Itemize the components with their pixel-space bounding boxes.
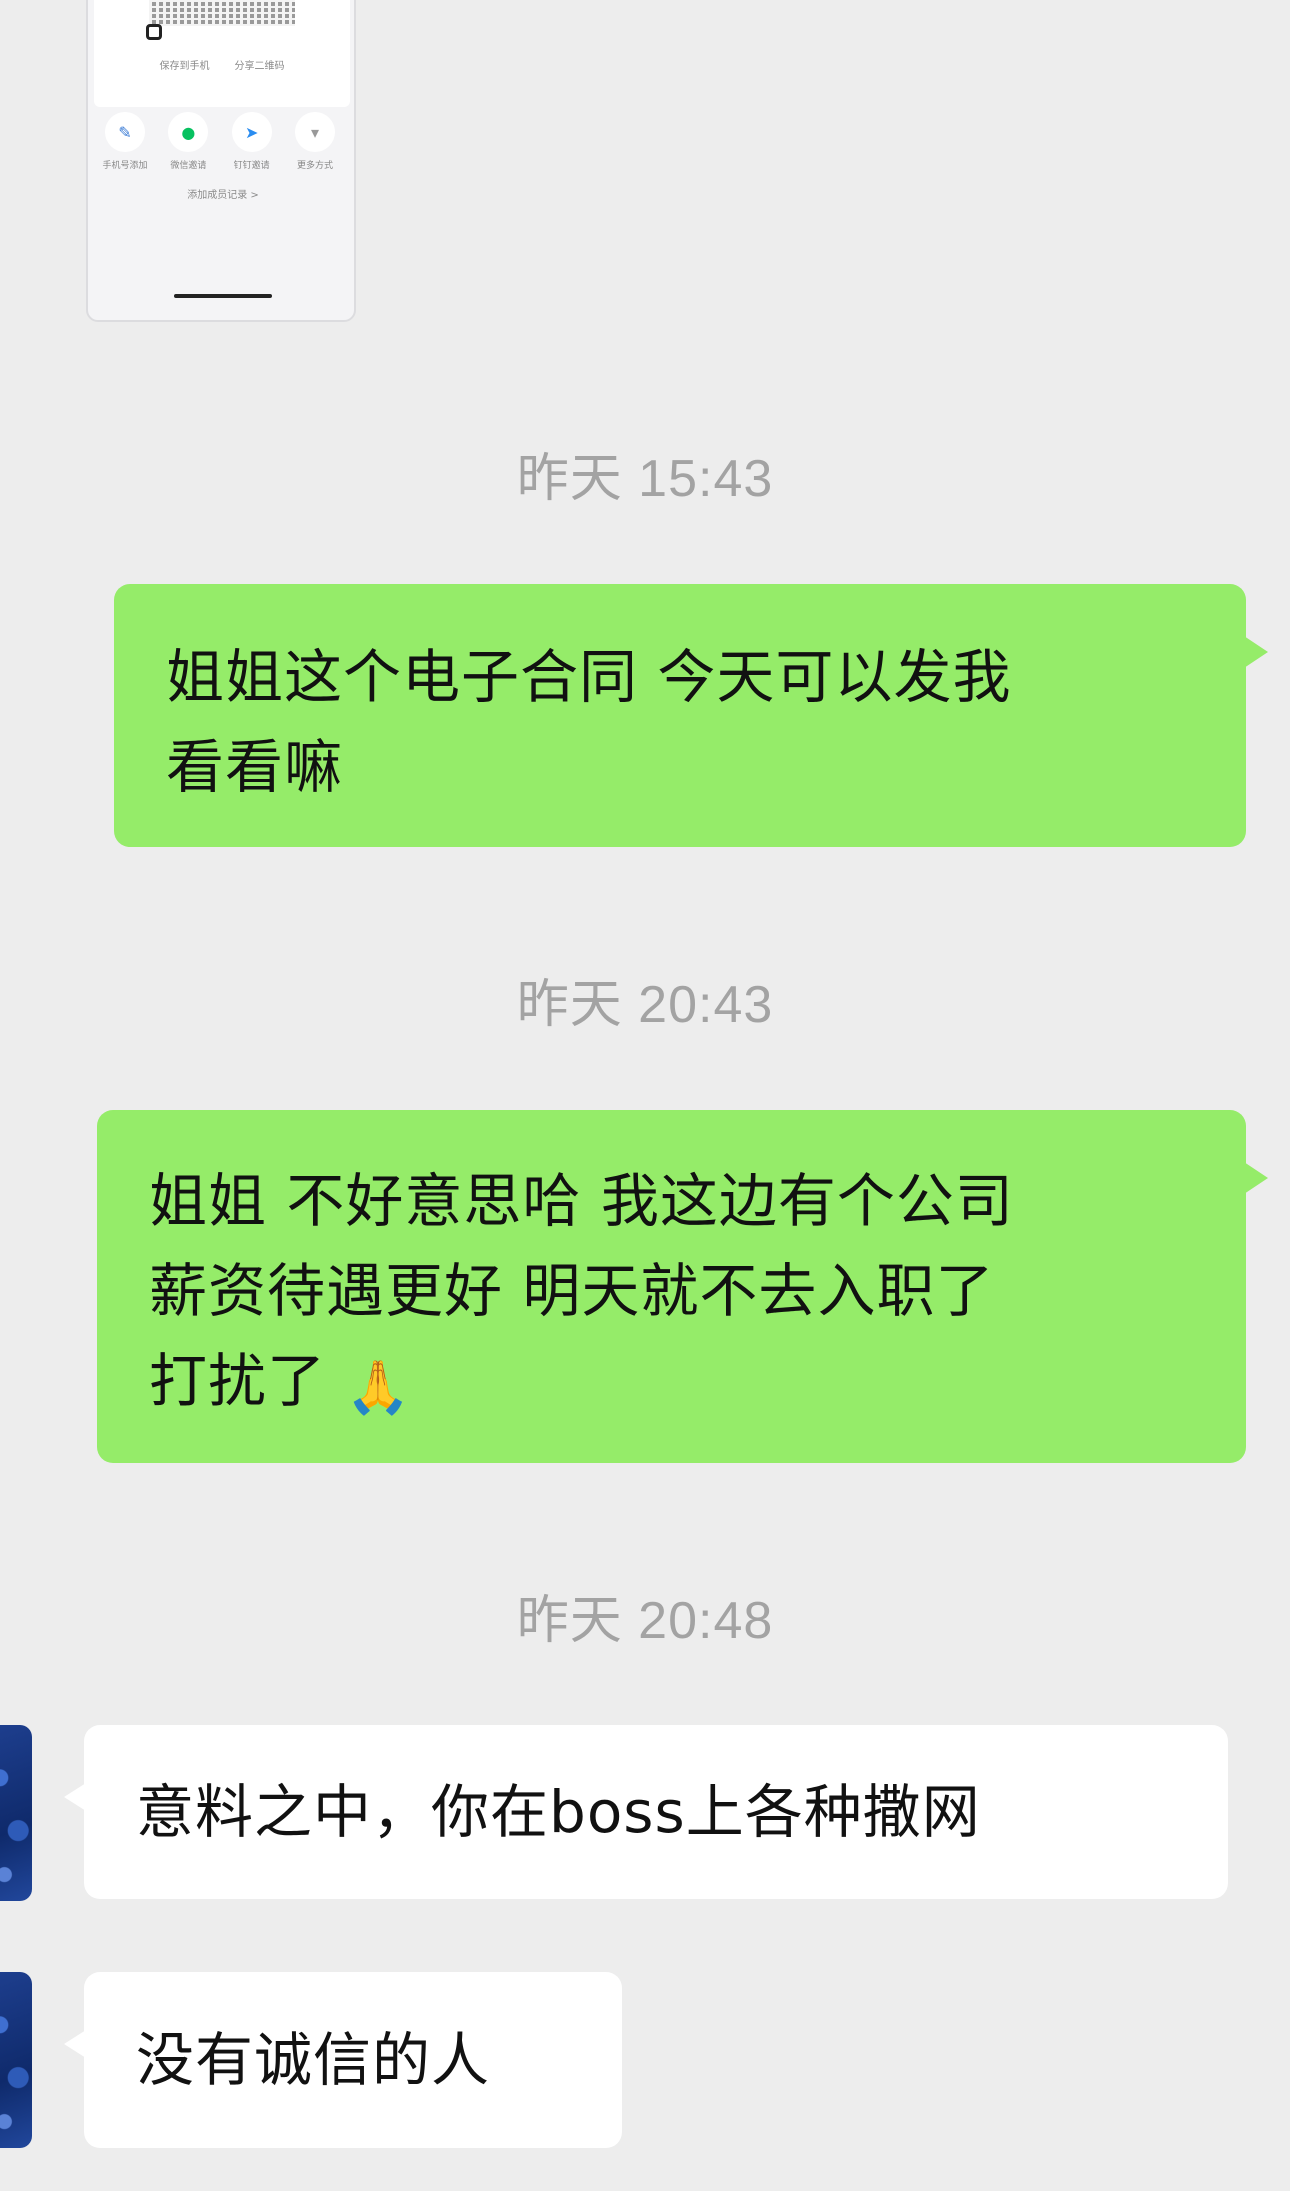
save-to-phone-link: 保存到手机 bbox=[159, 61, 210, 72]
message-text-line: 意料之中，你在boss上各种撒网 bbox=[136, 1778, 981, 1846]
chat-area[interactable]: 保存到手机 分享二维码 ✎ 手机号添加 ● 微信邀请 ➤ 钉钉邀请 ▾ 更多方式… bbox=[0, 0, 1290, 2191]
message-text-line: 姐姐这个电子合同 今天可以发我 bbox=[166, 643, 1012, 711]
message-text-line: 打扰了 🙏 bbox=[149, 1347, 412, 1418]
image-message[interactable]: 保存到手机 分享二维码 ✎ 手机号添加 ● 微信邀请 ➤ 钉钉邀请 ▾ 更多方式… bbox=[86, 0, 356, 322]
received-message-bubble[interactable]: 没有诚信的人 bbox=[64, 1972, 622, 2148]
message-text-line: 没有诚信的人 bbox=[136, 2026, 491, 2094]
screenshot-action-dingtalk: ➤ 钉钉邀请 bbox=[227, 112, 277, 171]
sent-message-bubble[interactable]: 姐姐 不好意思哈 我这边有个公司 薪资待遇更好 明天就不去入职了 打扰了 🙏 bbox=[97, 1110, 1268, 1463]
dingtalk-icon: ➤ bbox=[231, 112, 272, 152]
screenshot-record-link: 添加成员记录 > bbox=[187, 190, 259, 201]
screenshot-action-more: ▾ 更多方式 bbox=[290, 112, 340, 171]
screenshot-action-row: ✎ 手机号添加 ● 微信邀请 ➤ 钉钉邀请 ▾ 更多方式 bbox=[100, 112, 340, 171]
sent-message-bubble[interactable]: 姐姐这个电子合同 今天可以发我 看看嘛 bbox=[114, 584, 1268, 847]
received-message-bubble[interactable]: 意料之中，你在boss上各种撒网 bbox=[64, 1725, 1228, 1899]
qr-code-image bbox=[149, 0, 295, 26]
screenshot-links: 保存到手机 分享二维码 bbox=[94, 54, 350, 73]
screenshot-action-label: 手机号添加 bbox=[102, 161, 148, 171]
pencil-icon: ✎ bbox=[105, 112, 145, 152]
timestamp: 昨天 20:48 bbox=[516, 1592, 774, 1650]
chevron-down-icon: ▾ bbox=[294, 112, 335, 152]
message-text-line: 薪资待遇更好 明天就不去入职了 bbox=[149, 1257, 995, 1325]
home-indicator bbox=[174, 294, 272, 298]
message-text-line: 姐姐 不好意思哈 我这边有个公司 bbox=[149, 1167, 1014, 1235]
screenshot-action-label: 钉钉邀请 bbox=[233, 161, 270, 171]
message-text-line: 看看嘛 bbox=[166, 733, 344, 801]
screenshot-action-label: 更多方式 bbox=[296, 161, 333, 171]
timestamp: 昨天 15:43 bbox=[516, 450, 774, 508]
folded-hands-icon: 🙏 bbox=[345, 1358, 412, 1418]
contact-avatar[interactable] bbox=[0, 1972, 32, 2148]
screenshot-action-phone: ✎ 手机号添加 bbox=[100, 112, 150, 171]
wechat-icon: ● bbox=[168, 112, 209, 152]
share-qr-link: 分享二维码 bbox=[234, 61, 285, 72]
contact-avatar[interactable] bbox=[0, 1725, 32, 1901]
screenshot-panel: 保存到手机 分享二维码 bbox=[94, 0, 350, 107]
screenshot-action-label: 微信邀请 bbox=[170, 161, 207, 171]
timestamp: 昨天 20:43 bbox=[516, 976, 774, 1034]
screenshot-action-wechat: ● 微信邀请 bbox=[163, 112, 213, 171]
qr-logo-icon bbox=[146, 24, 162, 40]
